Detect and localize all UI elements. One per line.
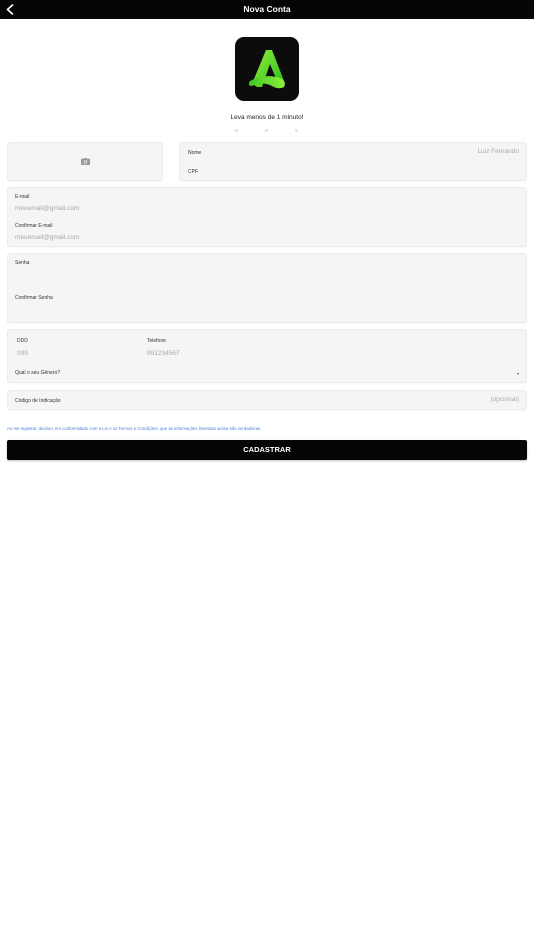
ddd-input[interactable]: 099 [17,350,28,357]
chevron-down-icon [517,373,519,375]
identity-card: Nome Luiz Fernando CPF [179,142,527,181]
register-button[interactable]: CADASTRAR [7,440,527,460]
profile-photo-picker[interactable] [7,142,163,181]
chevron-left-icon [6,4,13,15]
referral-card: Código de Indicação (opcional) [7,390,527,410]
contact-card: DDD 099 Telefone 991234567 Qual o seu Gê… [7,329,527,383]
phone-label: Telefone [147,338,166,344]
app-logo [235,37,299,101]
confirm-email-input[interactable]: meuemail@gmail.com [15,234,79,241]
cpf-input[interactable] [220,167,520,176]
phone-input[interactable]: 991234567 [147,350,180,357]
app-logo-icon [248,50,285,89]
step-dot [265,129,268,132]
referral-input[interactable]: (opcional) [490,396,519,403]
password-input[interactable] [15,270,515,284]
email-card: E-mail meuemail@gmail.com Confirmar E-ma… [7,187,527,247]
confirm-password-input[interactable] [15,305,515,319]
password-label: Senha [15,260,30,266]
page-title: Nova Conta [243,4,291,14]
step-dot [295,129,298,132]
tagline: Leva menos de 1 minuto! [230,114,304,121]
name-label: Nome [188,150,202,156]
email-input[interactable]: meuemail@gmail.com [15,205,79,212]
step-dot [235,129,238,132]
nav-bar: Nova Conta [0,0,534,19]
back-button[interactable] [2,2,17,17]
step-indicator [0,129,534,133]
camera-icon [80,158,90,165]
email-label: E-mail [15,194,30,200]
confirm-password-label: Confirmar Senha [15,295,53,301]
cpf-label: CPF [188,169,198,175]
confirm-email-label: Confirmar E-mail [15,223,53,229]
gender-label: Qual o seu Gênero? [15,370,61,376]
legal-disclaimer[interactable]: Ao me registrar, declaro, em conformidad… [7,426,262,431]
gender-select[interactable]: Qual o seu Gênero? [8,366,526,382]
password-card: Senha Confirmar Senha [7,253,527,323]
ddd-label: DDD [17,338,28,344]
referral-label: Código de Indicação [15,398,61,404]
name-input[interactable]: Luiz Fernando [477,148,519,155]
